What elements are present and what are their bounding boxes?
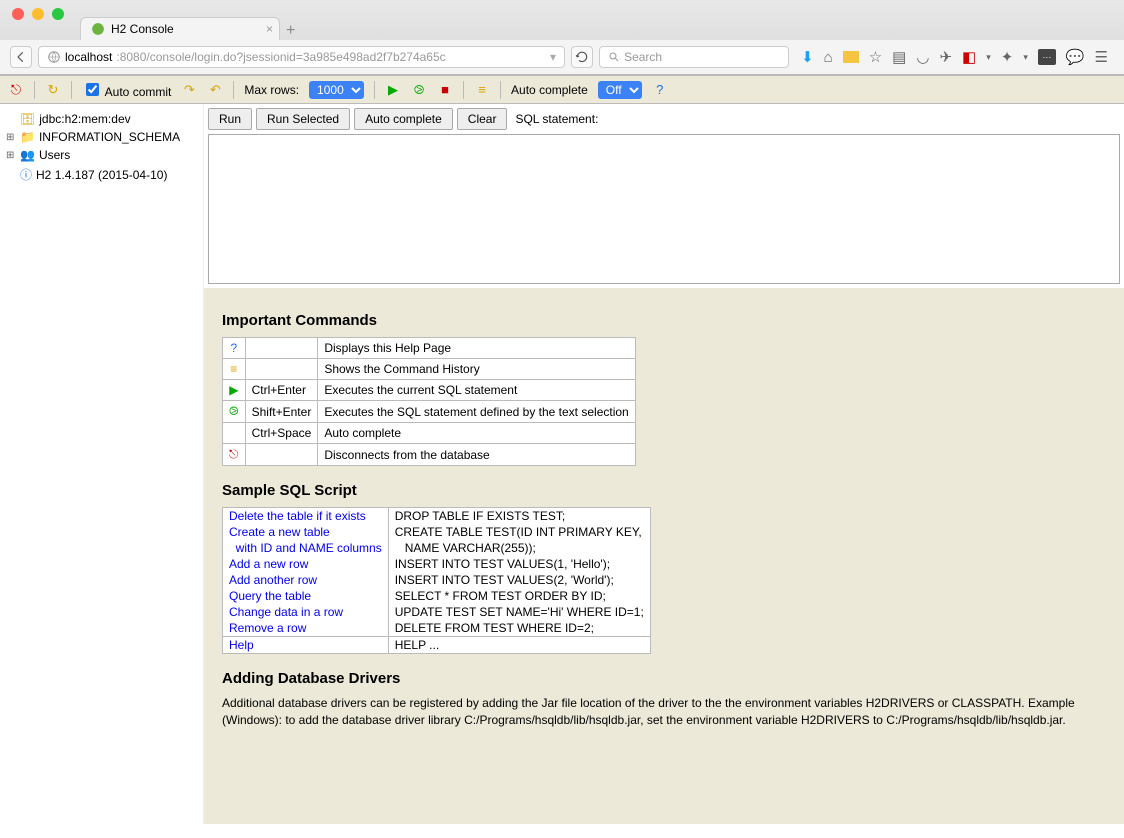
sample-sql: INSERT INTO TEST VALUES(1, 'Hello'); bbox=[389, 556, 650, 572]
sample-link[interactable]: Help bbox=[229, 638, 254, 652]
list-icon[interactable]: ▤ bbox=[892, 48, 906, 66]
pocket-icon[interactable]: ◡ bbox=[916, 48, 929, 66]
url-host: localhost bbox=[65, 50, 112, 64]
sample-link[interactable]: with ID and NAME columns bbox=[229, 541, 382, 555]
sql-textarea[interactable] bbox=[208, 134, 1120, 284]
run-selected-button[interactable]: Run Selected bbox=[256, 108, 350, 130]
version-node: ⓘ H2 1.4.187 (2015-04-10) bbox=[6, 164, 197, 185]
tab-close-icon[interactable]: × bbox=[266, 22, 273, 36]
info-icon: ⓘ bbox=[20, 166, 32, 183]
auto-complete-select[interactable]: Off bbox=[598, 81, 642, 99]
history-icon[interactable]: ≡ bbox=[474, 82, 490, 98]
window-minimize[interactable] bbox=[32, 8, 44, 20]
toolbar-icons: ⬇ ⌂ ☆ ▤ ◡ ✈ ◧ ▾ ✦ ▾ ··· 💬 ☰ bbox=[795, 48, 1114, 66]
adobe-icon[interactable]: ◧ bbox=[962, 48, 976, 66]
sample-sql-heading: Sample SQL Script bbox=[222, 482, 1106, 499]
users-icon: 👥 bbox=[20, 148, 35, 162]
sample-sql: DELETE FROM TEST WHERE ID=2; bbox=[389, 620, 650, 636]
dropdown-icon[interactable]: ▾ bbox=[550, 50, 556, 64]
max-rows-select[interactable]: 1000 bbox=[309, 81, 364, 99]
folder-icon[interactable] bbox=[843, 51, 859, 63]
url-path: :8080/console/login.do?jsessionid=3a985e… bbox=[116, 50, 445, 64]
sample-link[interactable]: Create a new table bbox=[229, 525, 330, 539]
home-icon[interactable]: ⌂ bbox=[824, 49, 833, 66]
run-button[interactable]: Run bbox=[208, 108, 252, 130]
rollback-icon[interactable]: ↶ bbox=[207, 82, 223, 98]
help-panel: Important Commands ?Displays this Help P… bbox=[204, 288, 1124, 824]
spring-favicon-icon bbox=[91, 22, 105, 36]
commit-icon[interactable]: ↷ bbox=[181, 82, 197, 98]
download-icon[interactable]: ⬇ bbox=[801, 48, 814, 66]
browser-search[interactable]: Search bbox=[599, 46, 789, 68]
sample-link[interactable]: Add another row bbox=[229, 573, 317, 587]
disconnect-icon: ⎋ bbox=[229, 447, 239, 461]
disconnect-icon[interactable]: ⎋ bbox=[8, 82, 24, 98]
search-icon bbox=[608, 51, 620, 63]
expand-icon[interactable]: ⊞ bbox=[6, 150, 16, 161]
sample-sql: INSERT INTO TEST VALUES(2, 'World'); bbox=[389, 572, 650, 588]
sample-sql: NAME VARCHAR(255)); bbox=[389, 540, 650, 556]
sample-link[interactable]: Add a new row bbox=[229, 557, 308, 571]
help-icon[interactable]: ? bbox=[652, 82, 668, 98]
back-button[interactable] bbox=[10, 46, 32, 68]
db-node[interactable]: 🗄 jdbc:h2:mem:dev bbox=[6, 110, 197, 128]
globe-icon bbox=[47, 50, 61, 64]
dropdown1-icon[interactable]: ▾ bbox=[986, 52, 991, 63]
sample-link[interactable]: Remove a row bbox=[229, 621, 306, 635]
back-arrow-icon bbox=[14, 50, 28, 64]
url-bar[interactable]: localhost :8080/console/login.do?jsession… bbox=[38, 46, 565, 68]
commands-table: ?Displays this Help Page ≡Shows the Comm… bbox=[222, 337, 636, 466]
chat-icon[interactable]: 💬 bbox=[1066, 48, 1085, 66]
tab-title: H2 Console bbox=[111, 22, 174, 36]
new-tab-button[interactable]: + bbox=[286, 22, 295, 40]
browser-tab[interactable]: H2 Console × bbox=[80, 17, 280, 40]
auto-commit-checkbox[interactable]: Auto commit bbox=[82, 80, 171, 99]
sample-sql: CREATE TABLE TEST(ID INT PRIMARY KEY, bbox=[389, 524, 650, 540]
menu-icon[interactable]: ☰ bbox=[1095, 48, 1108, 66]
reload-button[interactable] bbox=[571, 46, 593, 68]
sample-link[interactable]: Delete the table if it exists bbox=[229, 509, 366, 523]
help-icon: ? bbox=[230, 341, 237, 355]
stop-icon[interactable]: ■ bbox=[437, 82, 453, 98]
wand-icon[interactable]: ✦ bbox=[1001, 48, 1014, 66]
star-icon[interactable]: ☆ bbox=[869, 48, 882, 66]
run-icon[interactable]: ▶ bbox=[385, 82, 401, 98]
run-icon: ▶ bbox=[229, 383, 238, 397]
sample-sql: UPDATE TEST SET NAME='Hi' WHERE ID=1; bbox=[389, 604, 650, 620]
drivers-text: Additional database drivers can be regis… bbox=[222, 695, 1106, 729]
folder-icon: 📁 bbox=[20, 130, 35, 144]
run-selected-icon[interactable]: ⧁ bbox=[411, 82, 427, 98]
window-maximize[interactable] bbox=[52, 8, 64, 20]
database-icon: 🗄 bbox=[20, 112, 35, 126]
users-node[interactable]: ⊞ 👥 Users bbox=[6, 146, 197, 164]
clear-button[interactable]: Clear bbox=[457, 108, 508, 130]
sample-sql: HELP ... bbox=[389, 637, 650, 653]
h2-toolbar: ⎋ ↻ Auto commit ↷ ↶ Max rows: 1000 ▶ ⧁ ■… bbox=[0, 76, 1124, 104]
history-icon: ≡ bbox=[230, 362, 237, 376]
sql-label: SQL statement: bbox=[515, 112, 598, 126]
sample-sql: DROP TABLE IF EXISTS TEST; bbox=[389, 508, 650, 524]
dropdown2-icon[interactable]: ▾ bbox=[1023, 52, 1028, 63]
window-close[interactable] bbox=[12, 8, 24, 20]
drivers-heading: Adding Database Drivers bbox=[222, 670, 1106, 687]
sample-link[interactable]: Query the table bbox=[229, 589, 311, 603]
browser-chrome: H2 Console × + localhost :8080/console/lo… bbox=[0, 0, 1124, 76]
expand-icon[interactable]: ⊞ bbox=[6, 132, 16, 143]
refresh-icon[interactable]: ↻ bbox=[45, 82, 61, 98]
sample-link[interactable]: Change data in a row bbox=[229, 605, 343, 619]
auto-complete-button[interactable]: Auto complete bbox=[354, 108, 453, 130]
ext-icon[interactable]: ··· bbox=[1038, 49, 1056, 65]
schema-node[interactable]: ⊞ 📁 INFORMATION_SCHEMA bbox=[6, 128, 197, 146]
sample-table: Delete the table if it exists Create a n… bbox=[222, 507, 651, 654]
run-selected-icon: ⧁ bbox=[229, 404, 239, 418]
max-rows-label: Max rows: bbox=[244, 83, 299, 97]
auto-complete-label: Auto complete bbox=[511, 83, 588, 97]
send-icon[interactable]: ✈ bbox=[939, 48, 952, 66]
reload-icon bbox=[575, 50, 589, 64]
sample-sql: SELECT * FROM TEST ORDER BY ID; bbox=[389, 588, 650, 604]
important-commands-heading: Important Commands bbox=[222, 312, 1106, 329]
db-tree: 🗄 jdbc:h2:mem:dev ⊞ 📁 INFORMATION_SCHEMA… bbox=[0, 104, 204, 824]
